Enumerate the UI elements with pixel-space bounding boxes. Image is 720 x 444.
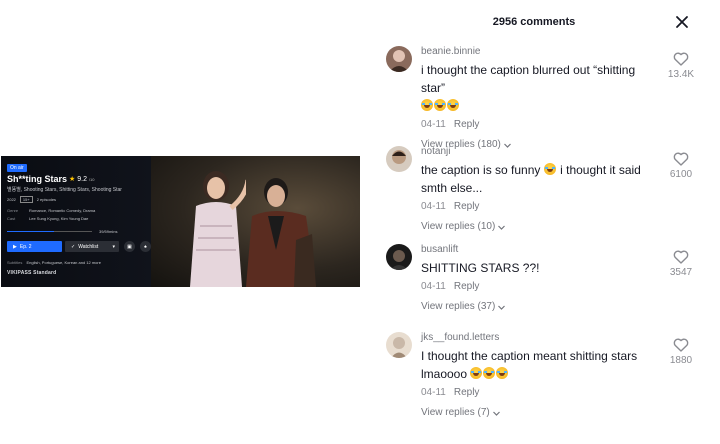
comment-meta: 04-11 Reply — [421, 201, 661, 213]
chevron-down-icon — [492, 411, 500, 416]
rating: ★ 9.2 /10 — [69, 175, 94, 183]
play-icon: ▶ — [13, 243, 17, 250]
avatar[interactable] — [386, 46, 412, 72]
like-button[interactable]: 6100 — [666, 152, 696, 181]
view-replies-button[interactable]: View replies (10) — [421, 221, 661, 233]
comment-username[interactable]: busanlift — [421, 244, 661, 256]
comments-panel: 2956 comments beanie.binnie i thought th… — [372, 0, 720, 444]
play-button-label: Ep. 2 — [19, 243, 32, 250]
watchlist-label: Watchlist — [78, 243, 99, 250]
subtitles-row: Subtitles English, Portuguese, Korean an… — [7, 260, 101, 265]
heart-icon — [673, 338, 689, 352]
on-air-badge: On air — [7, 164, 27, 172]
year: 2022 — [7, 197, 16, 202]
actress-figure — [190, 171, 246, 287]
check-icon: ✓ — [71, 243, 76, 250]
comment-text: SHITTING STARS ??! — [421, 261, 540, 275]
comment-text: I thought the caption meant shitting sta… — [421, 349, 638, 381]
comment-meta: 04-11 Reply — [421, 281, 661, 293]
comment-meta: 04-11 Reply — [421, 387, 661, 399]
actor-figure — [246, 178, 316, 287]
reply-button[interactable]: Reply — [454, 119, 480, 131]
subtitles-value: English, Portuguese, Korean and 12 more — [26, 260, 101, 265]
close-button[interactable] — [672, 12, 692, 32]
meta-row: 2022 15+ 2 episodes — [7, 196, 56, 203]
view-replies-button[interactable]: View replies (7) — [421, 407, 661, 419]
video-frame[interactable]: On air Sh**ting Stars ★ 9.2 /10 별똥별, Sho… — [1, 156, 360, 287]
star-icon: ★ — [69, 176, 76, 183]
comment-date: 04-11 — [421, 119, 446, 130]
chevron-down-icon — [498, 225, 506, 230]
cast-label: Cast — [7, 216, 16, 221]
chevron-down-icon — [498, 305, 506, 310]
comments-count: 2956 comments — [492, 16, 576, 28]
crying-emoji-icon — [421, 99, 433, 111]
bell-icon[interactable]: ♠ — [140, 241, 151, 252]
rating-suffix: /10 — [88, 177, 95, 182]
genre-value: Romance, Romantic Comedy, Drama — [29, 208, 96, 213]
heart-icon — [673, 250, 689, 264]
watchlist-button[interactable]: ✓ Watchlist ▾ — [65, 241, 119, 252]
like-button[interactable]: 3547 — [666, 250, 696, 279]
comment-date: 04-11 — [421, 281, 446, 292]
close-icon — [676, 16, 688, 28]
like-count: 13.4K — [667, 69, 695, 80]
comment-text: i thought the caption blurred out “shitt… — [421, 61, 661, 115]
like-count: 1880 — [669, 355, 693, 366]
episode-progress-fill — [7, 231, 54, 232]
progress-label: 39/59mins — [99, 229, 118, 234]
comment-date: 04-11 — [421, 387, 446, 398]
alt-titles: 별똥별, Shooting Stars, Shitting Stars, Sho… — [7, 187, 122, 193]
crying-emoji-icon — [447, 99, 459, 111]
rating-value: 9.2 — [77, 176, 87, 183]
comments-header: 2956 comments — [372, 16, 720, 28]
crying-emoji-icon — [434, 99, 446, 111]
avatar[interactable] — [386, 332, 412, 358]
heart-icon — [673, 52, 689, 66]
comment-username[interactable]: beanie.binnie — [421, 46, 661, 58]
episode-count: 2 episodes — [36, 197, 57, 202]
comment-date: 04-11 — [421, 201, 446, 212]
avatar[interactable] — [386, 244, 412, 270]
play-episode-button[interactable]: ▶ Ep. 2 — [7, 241, 62, 252]
heart-icon — [673, 152, 689, 166]
comment-meta: 04-11 Reply — [421, 119, 661, 131]
like-count: 6100 — [669, 169, 693, 180]
like-button[interactable]: 13.4K — [666, 52, 696, 81]
crying-emoji-icon — [543, 163, 556, 175]
age-rating-badge: 15+ — [19, 196, 33, 203]
reply-button[interactable]: Reply — [454, 201, 480, 213]
like-count: 3547 — [669, 267, 693, 278]
video-pane: On air Sh**ting Stars ★ 9.2 /10 별똥별, Sho… — [0, 0, 372, 444]
crying-emoji-icon — [483, 367, 496, 379]
like-button[interactable]: 1880 — [666, 338, 696, 367]
vikipass-logo: VIKIPASS Standard — [7, 270, 57, 276]
crying-emoji-icon — [496, 367, 509, 379]
subtitles-label: Subtitles — [7, 260, 23, 265]
chevron-down-icon: ▾ — [112, 243, 115, 250]
collection-icon[interactable]: ▣ — [124, 241, 135, 252]
reply-button[interactable]: Reply — [454, 387, 480, 399]
reply-button[interactable]: Reply — [454, 281, 480, 293]
cast-value: Lee Sung Kyung, Kim Young Dae — [29, 216, 89, 221]
episode-progress-bar[interactable] — [7, 231, 92, 232]
comment-text: the caption is so funny i thought it sai… — [421, 163, 641, 195]
genre-row: Genre Romance, Romantic Comedy, Drama — [7, 208, 95, 213]
view-replies-button[interactable]: View replies (37) — [421, 301, 661, 313]
genre-label: Genre — [7, 208, 19, 213]
show-title: Sh**ting Stars — [7, 174, 68, 184]
comment-username[interactable]: notanji — [421, 146, 661, 158]
cast-row: Cast Lee Sung Kyung, Kim Young Dae — [7, 216, 88, 221]
crying-emoji-icon — [470, 367, 483, 379]
avatar[interactable] — [386, 146, 412, 172]
comment-username[interactable]: jks__found.letters — [421, 332, 661, 344]
